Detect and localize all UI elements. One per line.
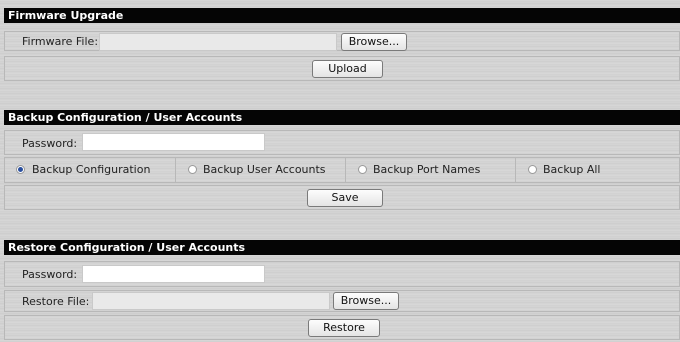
restore-header: Restore Configuration / User Accounts [4,240,680,255]
firmware-file-label: Firmware File: [22,35,99,48]
backup-save-row: Save [4,185,680,210]
radio-label: Backup User Accounts [203,163,326,176]
radio-backup-configuration[interactable] [16,165,25,174]
backup-option-configuration[interactable]: Backup Configuration [5,158,176,182]
backup-options-row: Backup Configuration Backup User Account… [4,157,680,183]
upload-button[interactable]: Upload [312,60,383,78]
backup-password-row: Password: [4,130,680,155]
radio-label: Backup Configuration [32,163,151,176]
restore-file-field[interactable] [92,292,330,310]
backup-option-user-accounts[interactable]: Backup User Accounts [176,158,346,182]
backup-password-input[interactable] [82,133,265,151]
restore-button[interactable]: Restore [308,319,380,337]
radio-backup-port-names[interactable] [358,165,367,174]
radio-backup-user-accounts[interactable] [188,165,197,174]
radio-backup-all[interactable] [528,165,537,174]
firmware-file-field[interactable] [99,33,337,51]
backup-header: Backup Configuration / User Accounts [4,110,680,125]
restore-password-row: Password: [4,261,680,287]
radio-label: Backup Port Names [373,163,481,176]
restore-file-label: Restore File: [22,295,90,308]
firmware-upload-row: Upload [4,56,680,81]
radio-label: Backup All [543,163,601,176]
restore-password-input[interactable] [82,265,265,283]
restore-button-row: Restore [4,315,680,340]
restore-file-row: Restore File: Browse... [4,290,680,312]
backup-password-label: Password: [22,137,78,150]
firmware-file-row: Firmware File: Browse... [4,31,680,51]
backup-option-port-names[interactable]: Backup Port Names [346,158,516,182]
firmware-upgrade-header: Firmware Upgrade [4,8,680,23]
restore-browse-button[interactable]: Browse... [333,292,399,310]
restore-password-label: Password: [22,268,78,281]
firmware-browse-button[interactable]: Browse... [341,33,407,51]
save-button[interactable]: Save [307,189,383,207]
backup-option-all[interactable]: Backup All [516,158,679,182]
